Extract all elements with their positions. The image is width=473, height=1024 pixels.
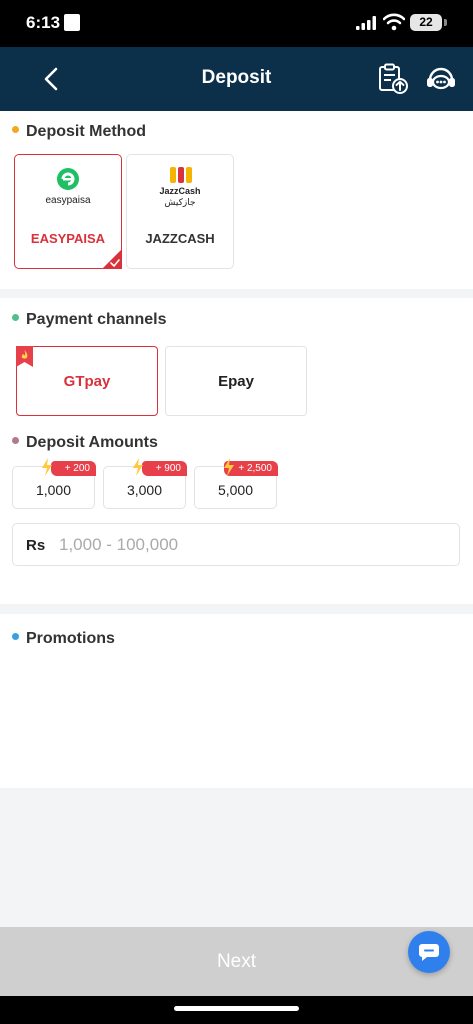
amount-option-5000[interactable]: + 2,500 5,000 xyxy=(194,458,278,509)
deposit-method-heading: Deposit Method xyxy=(12,123,146,141)
status-time: 6:13 xyxy=(26,13,61,32)
payment-channels-heading: Payment channels xyxy=(12,311,167,329)
battery-tip xyxy=(444,19,447,26)
amount-input-box: Rs xyxy=(12,523,460,566)
amount-option-3000[interactable]: + 900 3,000 xyxy=(103,458,187,509)
payment-section: Payment channels GTpay Epay Deposit Amou… xyxy=(0,298,473,604)
home-indicator[interactable] xyxy=(174,1006,299,1011)
home-indicator-area xyxy=(0,996,473,1024)
deposit-amounts-title: Deposit Amounts xyxy=(26,434,158,451)
method-jazzcash[interactable]: JazzCash جازکیش JAZZCASH xyxy=(126,154,234,269)
header-bar: Deposit xyxy=(0,47,473,111)
promotions-heading: Promotions xyxy=(12,630,115,648)
promotions-title: Promotions xyxy=(26,630,115,647)
deposit-amounts-heading: Deposit Amounts xyxy=(12,434,158,452)
channel-label: GTpay xyxy=(63,373,111,390)
amount-input[interactable] xyxy=(59,528,449,562)
method-label: EASYPAISA xyxy=(30,231,106,246)
jazzcash-logo-text: JazzCash xyxy=(159,186,201,196)
battery-level: 22 xyxy=(410,14,442,31)
bonus-coin-icon xyxy=(133,458,143,476)
amount-value: 5,000 xyxy=(217,482,254,498)
channel-epay[interactable]: Epay xyxy=(165,346,307,416)
section-dot xyxy=(12,633,19,641)
chat-bubble-icon xyxy=(419,944,439,961)
section-dot xyxy=(12,126,19,134)
bonus-coin-icon xyxy=(42,458,52,476)
easypaisa-logo xyxy=(57,168,79,190)
next-button[interactable]: Next xyxy=(0,927,473,996)
channel-gtpay[interactable]: GTpay xyxy=(16,346,158,416)
wifi-icon xyxy=(383,13,405,31)
amount-value: 1,000 xyxy=(35,482,72,498)
bonus-badge: + 900 xyxy=(141,461,187,476)
deposit-method-section: Deposit Method easypaisa EASYPAISA JazzC… xyxy=(0,111,473,289)
channel-label: Epay xyxy=(218,373,254,390)
method-label: JAZZCASH xyxy=(145,231,215,246)
payment-channels-title: Payment channels xyxy=(26,311,167,328)
check-icon xyxy=(102,249,122,269)
bonus-coin-icon xyxy=(224,458,234,476)
currency-prefix: Rs xyxy=(26,537,46,554)
deposit-method-title: Deposit Method xyxy=(26,123,146,140)
promotions-section: Promotions xyxy=(0,614,473,788)
section-dot xyxy=(12,314,19,322)
amount-value: 3,000 xyxy=(126,482,163,498)
cellular-signal-icon xyxy=(356,16,376,30)
jazzcash-logo xyxy=(170,167,192,183)
notification-icon xyxy=(64,14,80,31)
section-dot xyxy=(12,437,19,445)
customer-service-icon[interactable] xyxy=(424,63,458,95)
method-easypaisa[interactable]: easypaisa EASYPAISA xyxy=(14,154,122,269)
easypaisa-logo-text: easypaisa xyxy=(45,195,91,206)
bonus-badge: + 200 xyxy=(50,461,96,476)
amount-option-1000[interactable]: + 200 1,000 xyxy=(12,458,96,509)
footer-bar: Next xyxy=(0,927,473,996)
status-bar: 6:13 22 xyxy=(0,0,473,47)
hot-flame-icon xyxy=(16,346,33,367)
deposit-record-icon[interactable] xyxy=(376,63,410,95)
jazzcash-logo-urdu: جازکیش xyxy=(164,197,196,207)
chat-button[interactable] xyxy=(408,931,450,973)
